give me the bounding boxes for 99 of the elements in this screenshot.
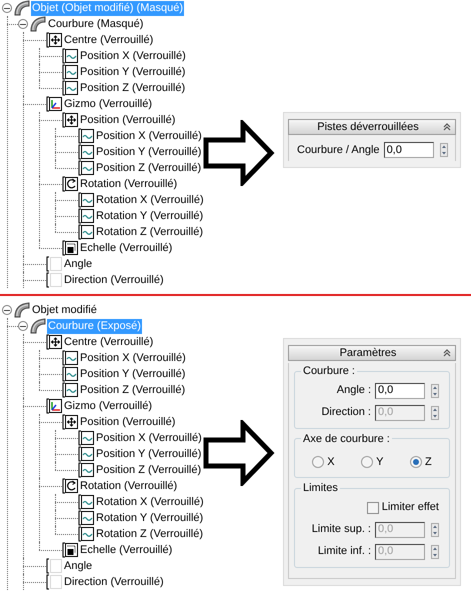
tree-item[interactable]: Centre (Verrouillé) — [63, 334, 154, 350]
curve-icon — [78, 160, 94, 176]
curve-icon — [62, 48, 78, 64]
move-icon — [46, 334, 62, 350]
tree-item[interactable]: Position (Verrouillé) — [79, 112, 176, 128]
group-title: Courbure : — [302, 364, 356, 379]
tree-item[interactable]: Echelle (Verrouillé) — [79, 542, 174, 558]
tree-item[interactable]: Position (Verrouillé) — [79, 414, 176, 430]
spinner-icon[interactable] — [431, 544, 439, 558]
bracket-icon — [46, 574, 62, 590]
axes-icon — [46, 96, 62, 112]
tree-item[interactable]: Position X (Verrouillé) — [95, 128, 203, 144]
rollout-header[interactable]: Pistes déverrouillées — [288, 119, 456, 135]
curve-icon — [78, 208, 94, 224]
curve-icon — [62, 366, 78, 382]
curve-icon — [78, 128, 94, 144]
radio-option[interactable]: Z — [410, 454, 432, 470]
field-label: Limite inf. : — [318, 544, 371, 560]
tree-item[interactable]: Position Z (Verrouillé) — [79, 382, 186, 398]
collapse-icon — [443, 349, 451, 357]
bracket-icon — [46, 256, 62, 272]
curve-icon — [78, 192, 94, 208]
tree-item[interactable]: Rotation (Verrouillé) — [79, 176, 178, 192]
square-icon — [62, 542, 78, 558]
checkbox-option[interactable]: Limiter effet — [366, 499, 439, 516]
curve-icon — [62, 64, 78, 80]
tree-item[interactable]: Position X (Verrouillé) — [95, 430, 203, 446]
number-field[interactable]: 0,0 — [375, 382, 425, 398]
curve-icon — [62, 80, 78, 96]
curve-icon — [78, 224, 94, 240]
rollout-header[interactable]: Paramètres — [288, 345, 456, 361]
collapse-toggle[interactable] — [2, 305, 12, 315]
right-arrow — [203, 420, 275, 486]
tree-item[interactable]: Position Y (Verrouillé) — [79, 64, 186, 80]
tree-item[interactable]: Rotation (Verrouillé) — [79, 478, 178, 494]
field-label: Limite sup. : — [312, 522, 371, 538]
spinner-icon[interactable] — [440, 143, 448, 157]
field-label: Angle : — [336, 383, 371, 398]
square-icon — [62, 240, 78, 256]
bracket-icon — [46, 272, 62, 288]
tree-item[interactable]: Position Y (Verrouillé) — [95, 144, 202, 160]
number-field[interactable]: 0,0 — [384, 142, 434, 158]
tree-item[interactable]: Position X (Verrouillé) — [79, 48, 187, 64]
tree-item[interactable]: Objet modifié — [31, 302, 98, 318]
radio-option[interactable]: X — [312, 454, 335, 470]
bend-icon — [30, 318, 46, 334]
tree-item[interactable]: Position Z (Verrouillé) — [95, 160, 202, 176]
curve-icon — [78, 526, 94, 542]
group-title: Axe de courbure : — [302, 432, 391, 446]
move-icon — [46, 32, 62, 48]
tree-item[interactable]: Direction (Verrouillé) — [63, 272, 165, 288]
tree-item[interactable]: Position X (Verrouillé) — [79, 350, 187, 366]
curve-icon — [78, 430, 94, 446]
tree-item[interactable]: Angle — [63, 558, 94, 574]
tree-item[interactable]: Position Z (Verrouillé) — [79, 80, 186, 96]
tree-item[interactable]: Position Z (Verrouillé) — [95, 462, 202, 478]
tree-item[interactable]: Direction (Verrouillé) — [63, 574, 165, 590]
tree-item[interactable]: Angle — [63, 256, 94, 272]
tree-item[interactable]: Rotation X (Verrouillé) — [95, 192, 205, 208]
rotate-icon — [62, 478, 78, 494]
curve-icon — [62, 350, 78, 366]
curve-icon — [78, 446, 94, 462]
tree-item[interactable]: Rotation Z (Verrouillé) — [95, 526, 204, 542]
spinner-icon[interactable] — [431, 406, 439, 420]
tree-item[interactable]: Rotation Y (Verrouillé) — [95, 208, 204, 224]
tree-item[interactable]: Rotation X (Verrouillé) — [95, 494, 205, 510]
tree-item[interactable]: Gizmo (Verrouillé) — [63, 398, 154, 414]
tree-item[interactable]: Rotation Y (Verrouillé) — [95, 510, 204, 526]
bracket-icon — [46, 558, 62, 574]
collapse-toggle[interactable] — [18, 321, 28, 331]
bend-icon — [14, 302, 30, 318]
rotate-icon — [62, 176, 78, 192]
tree-item[interactable]: Position Y (Verrouillé) — [79, 366, 186, 382]
axes-icon — [46, 398, 62, 414]
bend-icon — [14, 0, 30, 16]
collapse-toggle[interactable] — [2, 3, 12, 13]
radio-option[interactable]: Y — [361, 454, 384, 470]
curve-icon — [78, 462, 94, 478]
collapse-icon — [443, 123, 451, 131]
tree-item[interactable]: Rotation Z (Verrouillé) — [95, 224, 204, 240]
right-arrow — [203, 120, 275, 186]
curve-icon — [78, 510, 94, 526]
tree-item[interactable]: Gizmo (Verrouillé) — [63, 96, 154, 112]
group-title: Limites — [302, 481, 339, 496]
tree-item[interactable]: Echelle (Verrouillé) — [79, 240, 174, 256]
field-label: Direction : — [321, 405, 371, 420]
collapse-toggle[interactable] — [18, 19, 28, 29]
bend-icon — [30, 16, 46, 32]
field-label: Courbure / Angle — [297, 142, 380, 158]
curve-icon — [62, 382, 78, 398]
tree-item[interactable]: Courbure (Masqué) — [47, 16, 144, 32]
tree-item[interactable]: Position Y (Verrouillé) — [95, 446, 202, 462]
spinner-icon[interactable] — [431, 384, 439, 398]
curve-icon — [78, 144, 94, 160]
curve-icon — [78, 494, 94, 510]
move-icon — [62, 112, 78, 128]
tree-item[interactable]: Centre (Verrouillé) — [63, 32, 154, 48]
move-icon — [62, 414, 78, 430]
spinner-icon[interactable] — [431, 522, 439, 536]
